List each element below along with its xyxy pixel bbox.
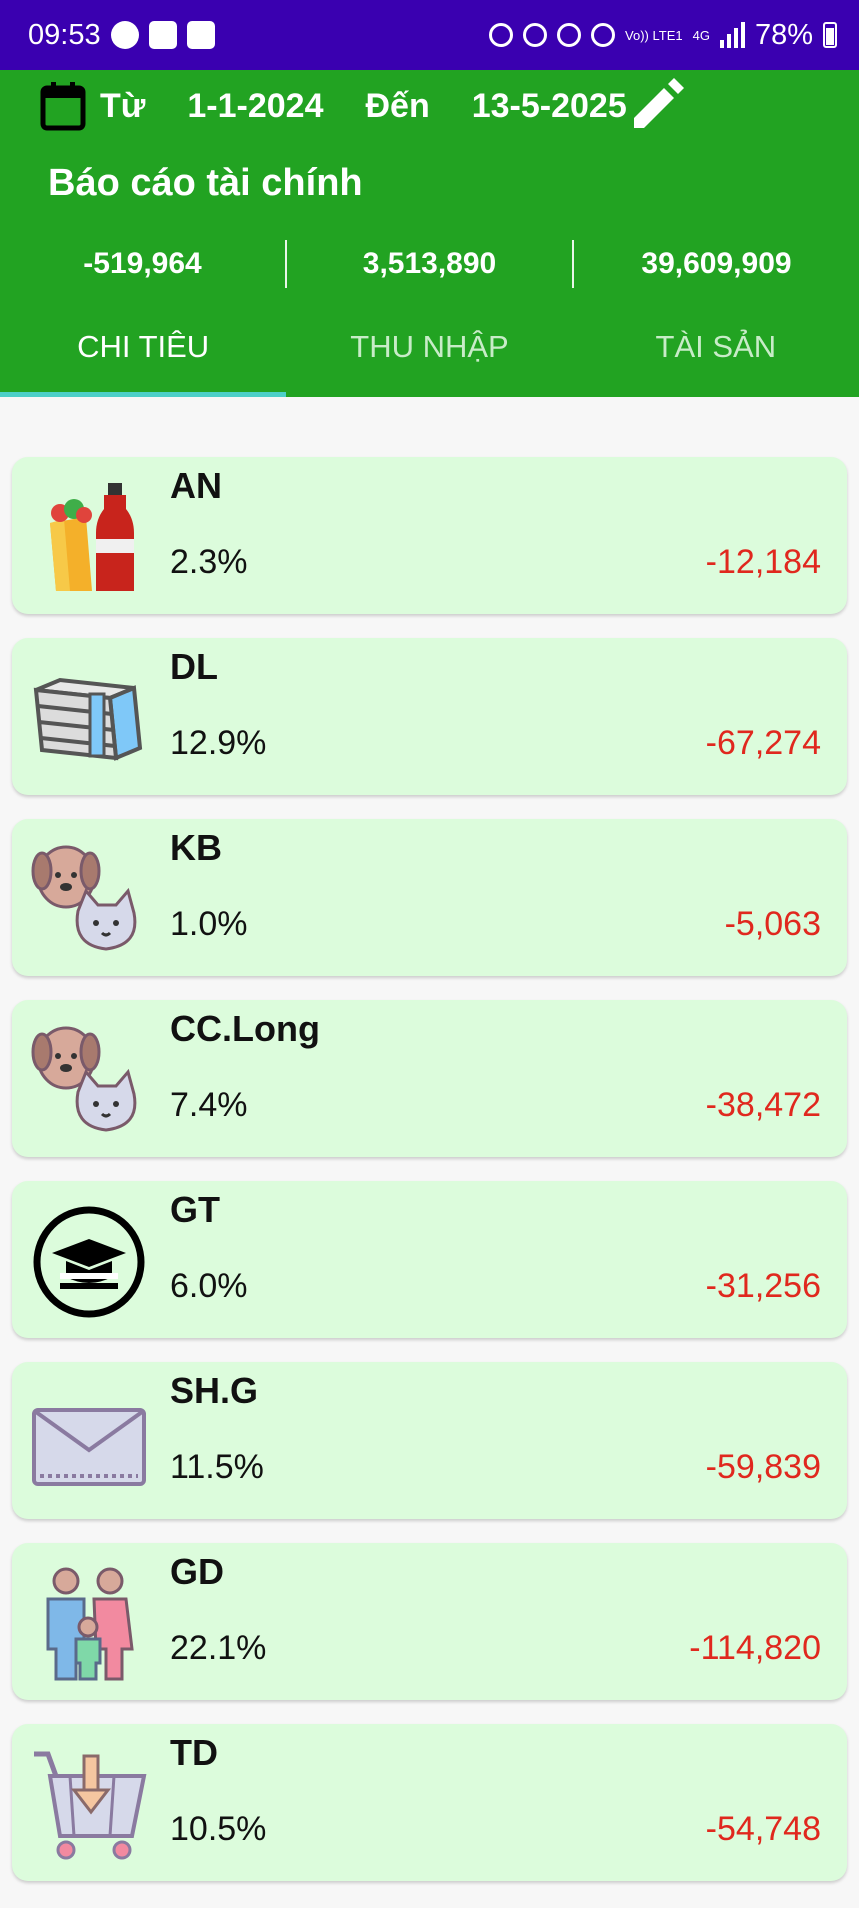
category-percent: 11.5% (170, 1448, 264, 1486)
divider (572, 240, 574, 288)
category-name: GD (170, 1551, 224, 1592)
message-icon (110, 21, 139, 49)
category-percent: 10.5% (170, 1810, 267, 1848)
category-percent: 2.3% (170, 543, 248, 581)
category-card-gt[interactable]: GT 6.0% -31,256 (12, 1181, 847, 1338)
category-percent: 1.0% (170, 905, 248, 943)
checkbox-icon (148, 21, 177, 49)
category-amount: -5,063 (724, 905, 821, 943)
battery-icon (823, 22, 837, 48)
category-list: AN 2.3% -12,184 DL 12.9% -67,274 KB 1.0%… (12, 457, 847, 1905)
gallery-icon (186, 21, 215, 49)
category-name: KB (170, 827, 222, 868)
tab-bar: CHI TIÊU THU NHẬP TÀI SẢN (0, 304, 859, 392)
volte-indicator: Vo)) LTE1 (625, 27, 683, 43)
tab-tai-san[interactable]: TÀI SẢN (573, 304, 859, 392)
graduation-cap-icon (30, 1203, 148, 1321)
status-right: Vo)) LTE1 4G 78% (489, 19, 837, 52)
status-time: 09:53 (28, 18, 101, 51)
category-card-dl[interactable]: DL 12.9% -67,274 (12, 638, 847, 795)
pets-icon (30, 841, 148, 959)
category-card-cc-long[interactable]: CC.Long 7.4% -38,472 (12, 1000, 847, 1157)
category-name: TD (170, 1732, 218, 1773)
category-name: CC.Long (170, 1008, 320, 1049)
category-percent: 12.9% (170, 724, 267, 762)
to-date[interactable]: 13-5-2025 (472, 87, 627, 126)
pets-icon (30, 1022, 148, 1140)
category-amount: -38,472 (705, 1086, 821, 1124)
category-amount: -114,820 (689, 1629, 821, 1667)
category-name: AN (170, 465, 222, 506)
category-card-kb[interactable]: KB 1.0% -5,063 (12, 819, 847, 976)
family-icon (30, 1565, 148, 1683)
calendar-icon[interactable] (40, 81, 86, 131)
total-expense: -519,964 (83, 247, 202, 280)
from-label: Từ (100, 86, 146, 125)
category-amount: -67,274 (705, 724, 821, 762)
total-income: 3,513,890 (362, 247, 497, 280)
date-range[interactable]: Từ 1-1-2024 Đến 13-5-2025 (40, 74, 627, 138)
category-amount: -31,256 (705, 1267, 821, 1305)
battery-percent: 78% (754, 18, 813, 51)
alarm-icon (523, 23, 548, 47)
category-percent: 7.4% (170, 1086, 248, 1124)
edit-pencil-icon[interactable] (628, 76, 686, 134)
category-amount: -59,839 (705, 1448, 821, 1486)
tab-chi-tieu[interactable]: CHI TIÊU (0, 304, 286, 392)
tab-thu-nhap[interactable]: THU NHẬP (286, 304, 572, 392)
category-percent: 6.0% (170, 1267, 248, 1305)
mute-icon (557, 23, 582, 47)
total-assets: 39,609,909 (641, 247, 792, 280)
category-card-td[interactable]: TD 10.5% -54,748 (12, 1724, 847, 1881)
category-card-gd[interactable]: GD 22.1% -114,820 (12, 1543, 847, 1700)
recycle-icon (489, 23, 514, 47)
network-gen: 4G (692, 27, 710, 43)
tab-indicator (0, 392, 286, 397)
hotspot-icon (591, 23, 616, 47)
to-label: Đến (365, 86, 430, 125)
category-amount: -54,748 (705, 1810, 821, 1848)
status-left: 09:53 (28, 19, 215, 52)
from-date[interactable]: 1-1-2024 (187, 87, 323, 126)
category-amount: -12,184 (705, 543, 821, 581)
category-name: SH.G (170, 1370, 259, 1411)
signal-icon (719, 22, 745, 48)
money-stack-icon (30, 660, 148, 778)
category-name: DL (170, 646, 218, 687)
status-bar: 09:53 Vo)) LTE1 4G 78% (0, 0, 859, 70)
food-drink-icon (30, 479, 148, 597)
category-card-an[interactable]: AN 2.3% -12,184 (12, 457, 847, 614)
category-percent: 22.1% (170, 1629, 267, 1667)
page-title: Báo cáo tài chính (48, 162, 363, 204)
totals-row: -519,964 3,513,890 39,609,909 (0, 234, 859, 294)
shopping-basket-icon (30, 1746, 148, 1864)
envelope-icon (30, 1384, 148, 1502)
divider (285, 240, 287, 288)
category-name: GT (170, 1189, 220, 1230)
report-header: Từ 1-1-2024 Đến 13-5-2025 Báo cáo tài ch… (0, 70, 859, 397)
category-card-sh-g[interactable]: SH.G 11.5% -59,839 (12, 1362, 847, 1519)
